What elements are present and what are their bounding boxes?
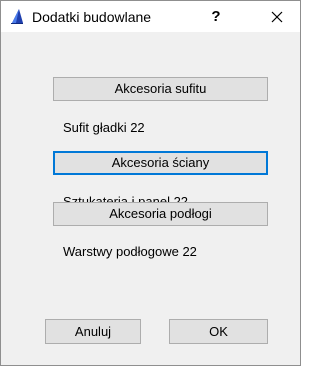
ceiling-accessories-value: Sufit gładki 22 <box>63 120 145 135</box>
title-bar[interactable]: Dodatki budowlane ? <box>1 1 300 32</box>
dialog-title: Dodatki budowlane <box>32 9 152 25</box>
close-button[interactable] <box>257 3 297 31</box>
ceiling-accessories-button[interactable]: Akcesoria sufitu <box>53 77 268 101</box>
floor-accessories-value: Warstwy podłogowe 22 <box>63 244 197 259</box>
cancel-button[interactable]: Anuluj <box>45 319 141 344</box>
help-button[interactable]: ? <box>203 4 229 30</box>
wall-accessories-button[interactable]: Akcesoria ściany <box>53 151 268 175</box>
close-icon <box>271 11 283 23</box>
ok-button[interactable]: OK <box>169 319 268 344</box>
archicad-icon <box>11 9 23 24</box>
dialog-window: Dodatki budowlane ? Akcesoria sufitu Suf… <box>0 0 301 366</box>
floor-accessories-button[interactable]: Akcesoria podłogi <box>53 202 268 226</box>
